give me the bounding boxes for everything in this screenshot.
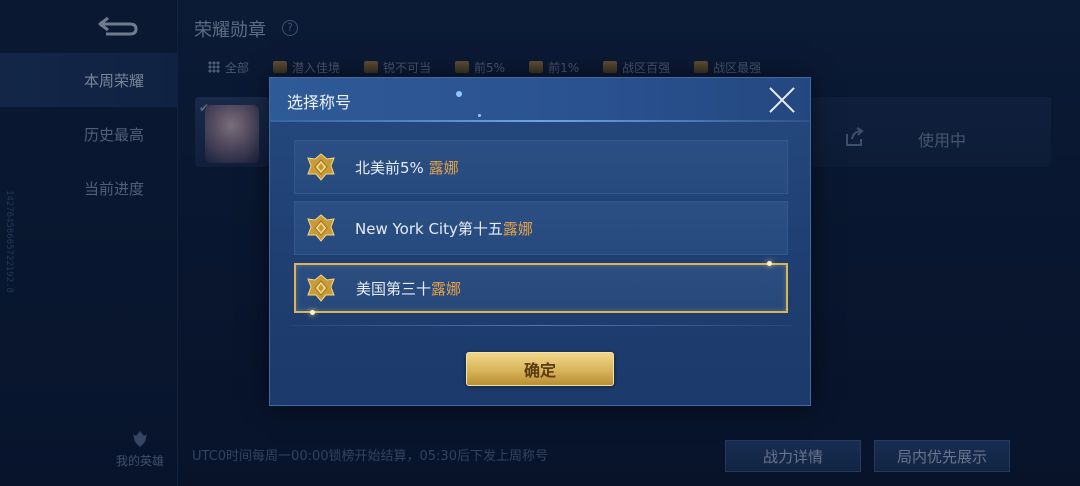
title-option-selected[interactable]: 美国第三十露娜 <box>294 261 788 315</box>
select-title-modal: 选择称号 北美前5% 露娜 New York City第十五露娜 美国第三十露娜 <box>269 77 811 406</box>
sparkle-decoration <box>456 91 462 97</box>
gold-rank-badge-icon <box>307 214 335 242</box>
title-option[interactable]: New York City第十五露娜 <box>294 201 788 255</box>
modal-title: 选择称号 <box>287 93 352 112</box>
gold-rank-badge-icon <box>307 274 335 302</box>
selection-sparkle <box>310 310 315 315</box>
confirm-button[interactable]: 确定 <box>466 352 614 386</box>
close-button[interactable] <box>768 86 796 114</box>
modal-header: 选择称号 <box>270 78 810 122</box>
divider <box>290 325 792 326</box>
selection-sparkle <box>767 261 772 266</box>
option-prefix: 美国第三十 <box>356 279 432 298</box>
option-text: New York City第十五露娜 <box>355 218 533 239</box>
hero-name: 露娜 <box>428 158 459 177</box>
option-prefix: 北美前5% <box>355 158 429 177</box>
hero-name: 露娜 <box>502 219 533 238</box>
hero-name: 露娜 <box>431 279 462 298</box>
title-option[interactable]: 北美前5% 露娜 <box>294 140 788 194</box>
option-text: 北美前5% 露娜 <box>355 157 459 178</box>
option-text: 美国第三十露娜 <box>356 278 461 299</box>
gold-rank-badge-icon <box>307 153 335 181</box>
sparkle-decoration <box>478 114 481 117</box>
option-prefix: New York City第十五 <box>355 219 503 238</box>
